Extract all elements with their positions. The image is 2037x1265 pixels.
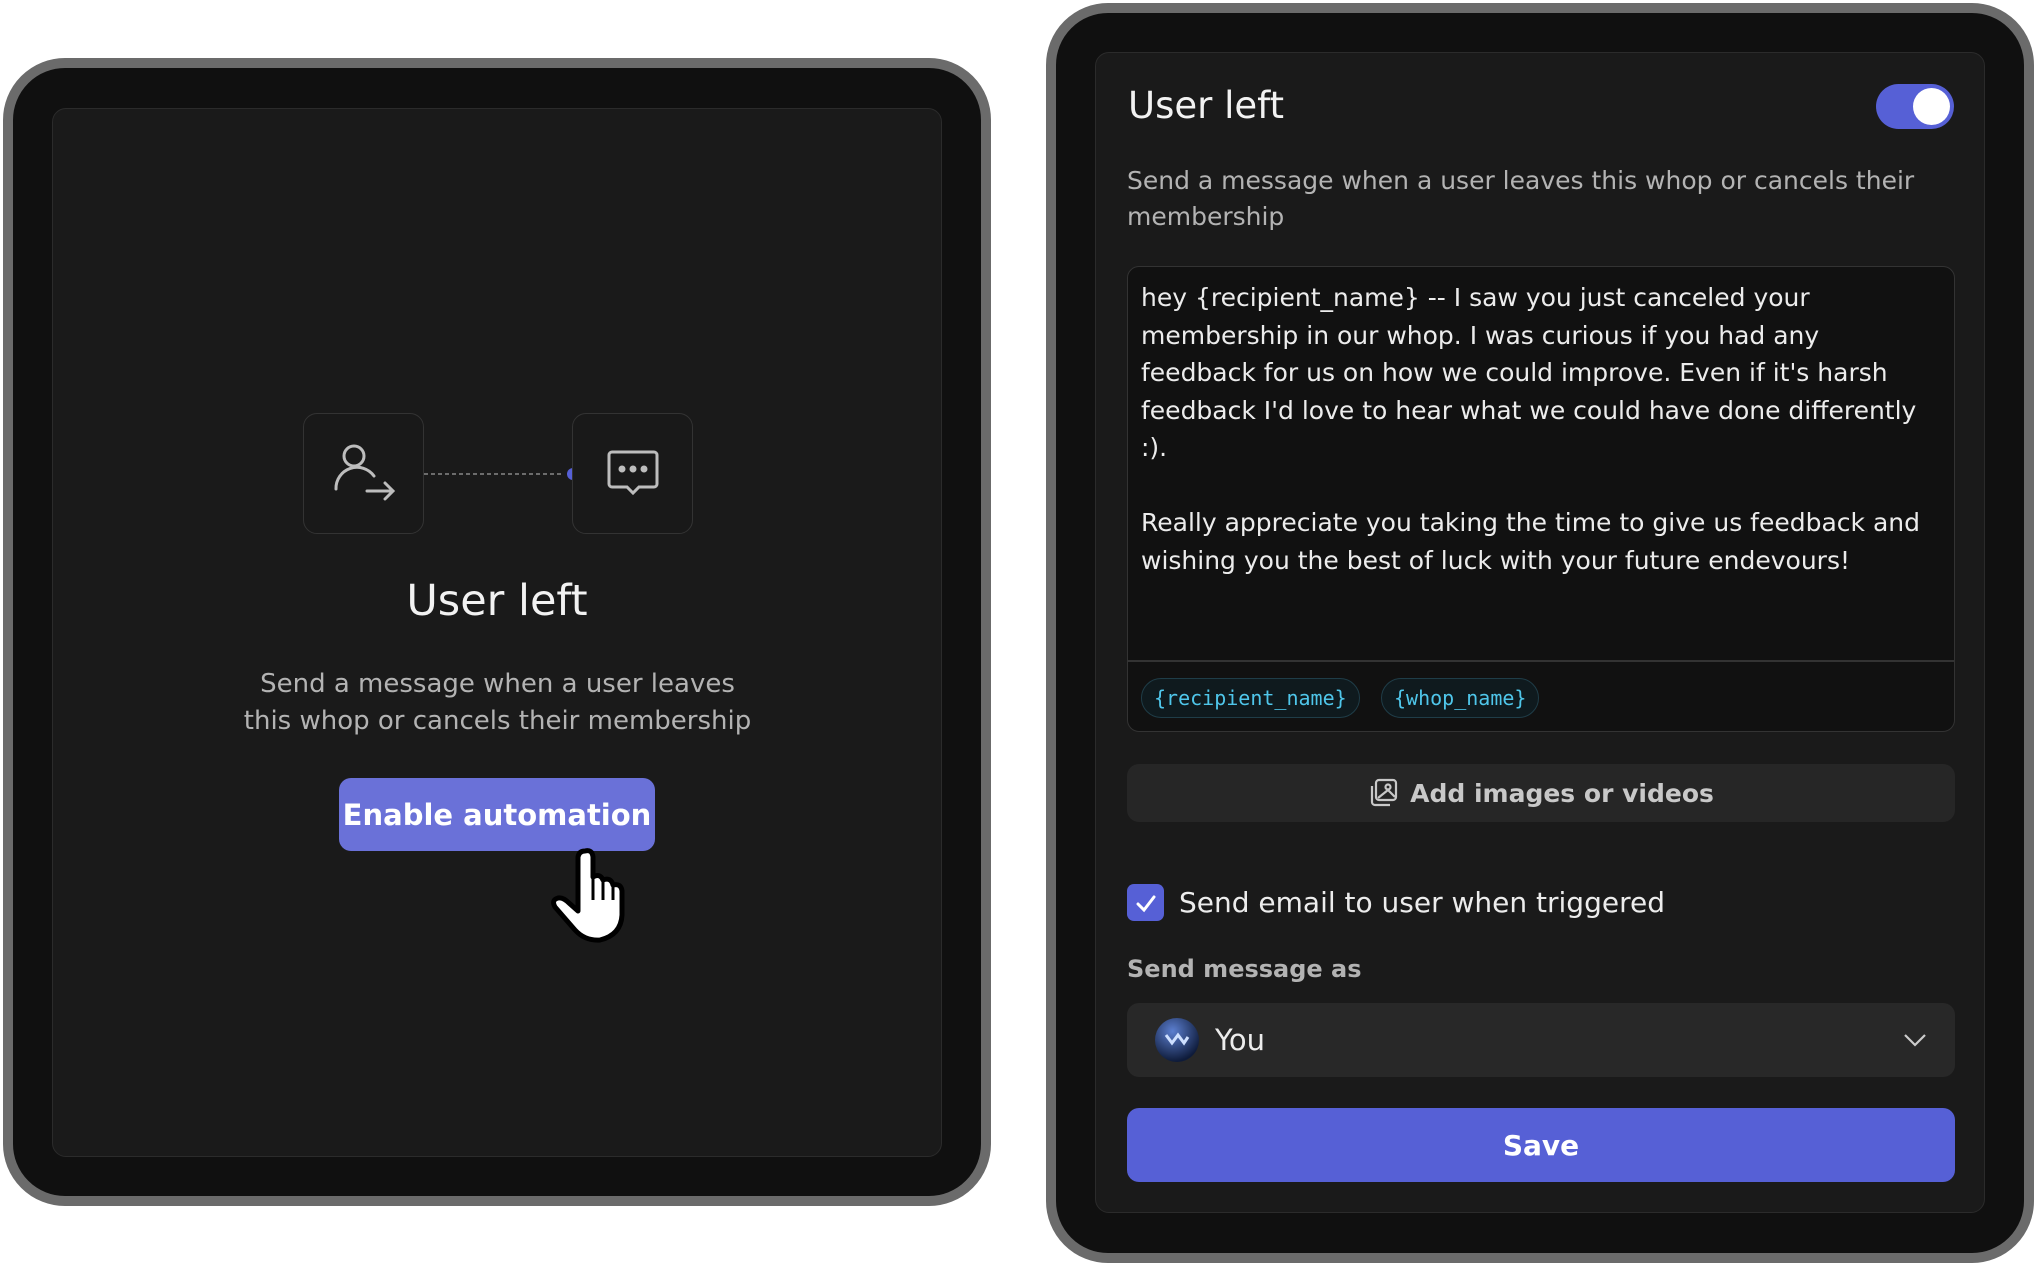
variable-tag-recipient-name[interactable]: {recipient_name} xyxy=(1141,678,1360,718)
card-description: Send a message when a user leaves this w… xyxy=(243,669,752,736)
hand-pointer-icon xyxy=(551,848,625,943)
avatar xyxy=(1155,1018,1199,1062)
enable-automation-button[interactable]: Enable automation xyxy=(339,778,655,851)
settings-description: Send a message when a user leaves this w… xyxy=(1127,166,1915,231)
variable-tag-whop-name[interactable]: {whop_name} xyxy=(1381,678,1540,718)
action-node xyxy=(572,413,693,534)
send-email-checkbox[interactable] xyxy=(1127,884,1164,921)
add-media-button[interactable]: Add images or videos xyxy=(1127,764,1955,822)
checkmark-icon xyxy=(1136,895,1155,912)
sender-select[interactable]: You xyxy=(1127,1003,1955,1077)
automation-toggle[interactable] xyxy=(1876,84,1954,129)
send-as-label: Send message as xyxy=(1127,955,1362,983)
automation-card-preview xyxy=(52,108,942,1157)
message-textarea[interactable]: hey {recipient_name} -- I saw you just c… xyxy=(1141,279,1941,579)
toggle-knob xyxy=(1913,88,1950,125)
chevron-down-icon xyxy=(1904,1034,1926,1047)
trigger-node xyxy=(303,413,424,534)
sender-value: You xyxy=(1215,1023,1265,1057)
send-email-label[interactable]: Send email to user when triggered xyxy=(1179,884,1665,921)
connector-line xyxy=(424,468,574,480)
chat-bubble-dots-icon xyxy=(607,450,658,495)
user-leave-icon xyxy=(333,444,395,500)
editor-divider xyxy=(1128,660,1954,662)
message-editor[interactable]: hey {recipient_name} -- I saw you just c… xyxy=(1127,266,1955,732)
settings-title: User left xyxy=(1128,84,1285,127)
add-media-label: Add images or videos xyxy=(1410,778,1714,808)
image-gallery-icon xyxy=(1371,778,1398,807)
whop-logo-icon xyxy=(1164,1032,1190,1046)
save-button[interactable]: Save xyxy=(1127,1108,1955,1182)
card-title: User left xyxy=(406,576,588,626)
